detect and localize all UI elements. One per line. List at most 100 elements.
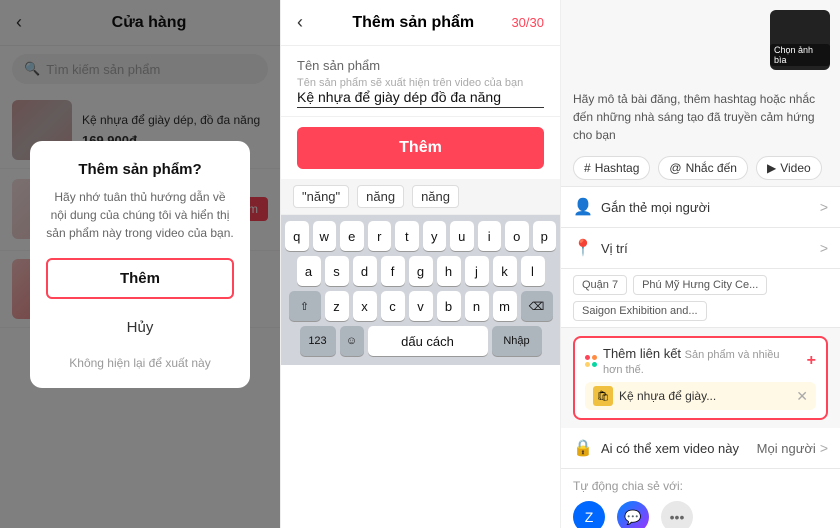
video-tag[interactable]: ▶ Video <box>756 156 822 180</box>
post-image[interactable]: Chọn ảnh bìa <box>770 10 830 70</box>
hashtag-label: Hashtag <box>595 161 640 175</box>
chevron-right-icon-2: > <box>820 240 828 256</box>
key-g[interactable]: g <box>409 256 433 286</box>
video-icon: ▶ <box>767 161 776 175</box>
add-link-button[interactable]: + <box>807 352 816 370</box>
linked-product-name: Kệ nhựa để giày... <box>619 389 790 403</box>
product-icon: 🛍 <box>593 386 613 406</box>
link-section-header: Thêm liên kết Sản phẩm và nhiều hơn thế.… <box>585 346 816 376</box>
key-k[interactable]: k <box>493 256 517 286</box>
more-share-button[interactable]: ••• <box>661 501 693 528</box>
modal-description: Hãy nhớ tuân thủ hướng dẫn về nội dung c… <box>46 188 234 242</box>
key-enter[interactable]: Nhập <box>492 326 542 356</box>
keyboard-row-1: q w e r t y u i o p <box>285 221 556 251</box>
key-t[interactable]: t <box>395 221 419 251</box>
key-x[interactable]: x <box>353 291 377 321</box>
share-icons-row: Z 💬 ••• <box>573 501 828 528</box>
post-image-label: Chọn ảnh bìa <box>770 44 830 66</box>
person-icon: 👤 <box>573 197 593 217</box>
video-label: Video <box>780 161 810 175</box>
dots-icon <box>585 355 597 367</box>
field-subtext: Tên sản phẩm sẽ xuất hiện trên video của… <box>297 77 544 89</box>
location-label: Vị trí <box>601 241 820 256</box>
keyboard-row-4: 123 ☺ dấu cách Nhập <box>285 326 556 356</box>
privacy-row[interactable]: 🔒 Ai có thể xem video này Mọi người > <box>561 428 840 469</box>
field-label: Tên sản phẩm <box>297 58 544 73</box>
dot-orange <box>592 355 597 360</box>
key-shift[interactable]: ⇧ <box>289 291 321 321</box>
suggestion-1[interactable]: "năng" <box>293 185 349 208</box>
add-product-title: Thêm sản phẩm <box>315 14 511 32</box>
add-button-main[interactable]: Thêm <box>297 127 544 169</box>
modal-box: Thêm sản phẩm? Hãy nhớ tuân thủ hướng dẫ… <box>30 141 250 388</box>
location-row[interactable]: 📍 Vị trí > <box>561 228 840 269</box>
zalo-share-button[interactable]: Z <box>573 501 605 528</box>
hashtag-icon: # <box>584 161 591 175</box>
keyboard: q w e r t y u i o p a s d f g h j k l ⇧ … <box>281 215 560 365</box>
key-l[interactable]: l <box>521 256 545 286</box>
suggestion-2[interactable]: năng <box>357 185 404 208</box>
add-back-icon[interactable]: ‹ <box>297 12 303 33</box>
privacy-label: Ai có thể xem video này <box>601 441 757 456</box>
key-p[interactable]: p <box>533 221 557 251</box>
key-v[interactable]: v <box>409 291 433 321</box>
key-delete[interactable]: ⌫ <box>521 291 553 321</box>
key-w[interactable]: w <box>313 221 337 251</box>
modal-noshow-button[interactable]: Không hiện lại để xuất này <box>69 356 210 370</box>
key-num[interactable]: 123 <box>300 326 336 356</box>
location-tag-2[interactable]: Phú Mỹ Hưng City Ce... <box>633 275 767 295</box>
post-description[interactable]: Hãy mô tả bài đăng, thêm hashtag hoặc nh… <box>561 80 840 150</box>
location-tags-row: Quận 7 Phú Mỹ Hưng City Ce... Saigon Exh… <box>561 269 840 328</box>
key-a[interactable]: a <box>297 256 321 286</box>
key-f[interactable]: f <box>381 256 405 286</box>
key-j[interactable]: j <box>465 256 489 286</box>
keyboard-suggestions: "năng" năng năng <box>281 179 560 215</box>
tag-people-row[interactable]: 👤 Gắn thẻ mọi người > <box>561 187 840 228</box>
messenger-share-button[interactable]: 💬 <box>617 501 649 528</box>
location-tag-3[interactable]: Saigon Exhibition and... <box>573 301 707 321</box>
shop-panel: ‹ Cửa hàng 🔍 Tìm kiếm sản phẩm Kệ nhựa đ… <box>0 0 280 528</box>
keyboard-row-3: ⇧ z x c v b n m ⌫ <box>285 291 556 321</box>
key-y[interactable]: y <box>423 221 447 251</box>
mention-label: Nhắc đến <box>686 161 737 175</box>
key-u[interactable]: u <box>450 221 474 251</box>
location-tag-1[interactable]: Quận 7 <box>573 275 627 295</box>
right-panel: Chọn ảnh bìa Hãy mô tả bài đăng, thêm ha… <box>560 0 840 528</box>
link-label: Thêm liên kết Sản phẩm và nhiều hơn thế. <box>603 346 801 376</box>
dot-yellow <box>585 362 590 367</box>
key-i[interactable]: i <box>478 221 502 251</box>
key-emoji[interactable]: ☺ <box>340 326 364 356</box>
mention-tag[interactable]: @ Nhắc đến <box>658 156 748 180</box>
suggestion-3[interactable]: năng <box>412 185 459 208</box>
key-b[interactable]: b <box>437 291 461 321</box>
dot-red <box>585 355 590 360</box>
dot-green <box>592 362 597 367</box>
add-product-header: ‹ Thêm sản phẩm 30/30 <box>281 0 560 46</box>
lock-icon: 🔒 <box>573 438 593 458</box>
remove-link-button[interactable]: ✕ <box>796 388 808 405</box>
key-r[interactable]: r <box>368 221 392 251</box>
modal-overlay: Thêm sản phẩm? Hãy nhớ tuân thủ hướng dẫ… <box>0 0 280 528</box>
modal-title: Thêm sản phẩm? <box>46 161 234 178</box>
key-space[interactable]: dấu cách <box>368 326 488 356</box>
add-product-panel: ‹ Thêm sản phẩm 30/30 Tên sản phẩm Tên s… <box>280 0 560 528</box>
key-e[interactable]: e <box>340 221 364 251</box>
link-section: Thêm liên kết Sản phẩm và nhiều hơn thế.… <box>573 336 828 420</box>
key-o[interactable]: o <box>505 221 529 251</box>
linked-product: 🛍 Kệ nhựa để giày... ✕ <box>585 382 816 410</box>
key-z[interactable]: z <box>325 291 349 321</box>
key-h[interactable]: h <box>437 256 461 286</box>
chevron-right-icon: > <box>820 199 828 215</box>
key-q[interactable]: q <box>285 221 309 251</box>
product-name-section: Tên sản phẩm Tên sản phẩm sẽ xuất hiện t… <box>281 46 560 117</box>
modal-confirm-button[interactable]: Thêm <box>46 258 234 299</box>
key-m[interactable]: m <box>493 291 517 321</box>
modal-cancel-button[interactable]: Hủy <box>46 311 234 344</box>
auto-share-title: Tự động chia sẻ với: <box>573 479 828 493</box>
key-d[interactable]: d <box>353 256 377 286</box>
hashtag-tag[interactable]: # Hashtag <box>573 156 650 180</box>
key-n[interactable]: n <box>465 291 489 321</box>
key-s[interactable]: s <box>325 256 349 286</box>
key-c[interactable]: c <box>381 291 405 321</box>
product-name-input[interactable]: Kệ nhựa để giày dép đồ đa năng <box>297 89 544 108</box>
